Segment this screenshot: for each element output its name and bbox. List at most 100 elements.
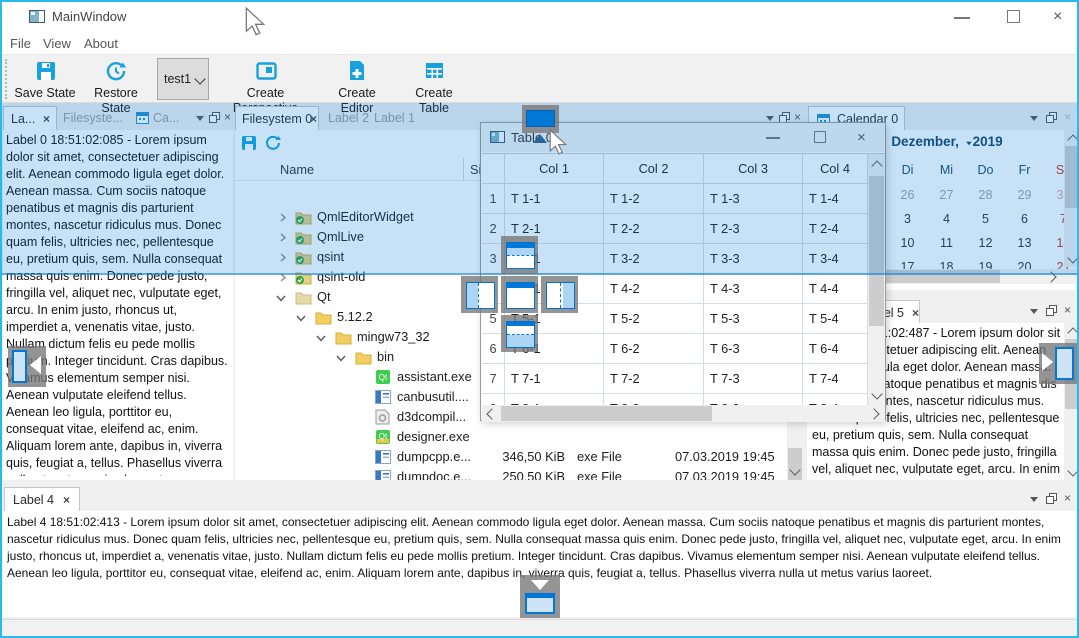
menu-about[interactable]: About xyxy=(80,35,122,53)
table-row-header[interactable]: 8 xyxy=(482,394,505,405)
file-date: 07.03.2019 19:45 xyxy=(675,467,775,480)
dll-file-icon xyxy=(375,409,390,425)
app-file-icon xyxy=(375,390,391,404)
label5-area-float-icon[interactable] xyxy=(1046,305,1057,316)
table-cell[interactable]: T 5-2 xyxy=(604,304,704,334)
create-table-label: Create Table xyxy=(399,86,469,101)
app-file-icon xyxy=(375,470,391,480)
table-hscrollbar[interactable] xyxy=(482,405,885,422)
table-icon xyxy=(425,62,444,79)
tree-item-label: 5.12.2 xyxy=(337,307,373,327)
edge-drop-indicator-right[interactable] xyxy=(1039,343,1079,384)
save-icon xyxy=(36,61,56,81)
label5-area-close-icon[interactable]: × xyxy=(1064,304,1071,316)
label4-area-float-icon[interactable] xyxy=(1046,493,1057,504)
folder-icon xyxy=(295,290,312,305)
menu-file[interactable]: File xyxy=(6,35,35,53)
combo-arrow-icon xyxy=(194,73,205,84)
qt-exe-icon: Qt xyxy=(375,369,391,385)
table-cell[interactable]: T 8-3 xyxy=(704,394,803,405)
drop-indicator-right[interactable] xyxy=(541,276,578,313)
file-date: 07.03.2019 19:45 xyxy=(675,447,775,467)
window-titlebar[interactable]: MainWindow × xyxy=(2,2,1077,32)
minimize-button[interactable] xyxy=(954,17,970,19)
svg-text:Qt: Qt xyxy=(379,373,388,382)
tab-label4-text: Label 4 xyxy=(13,488,54,512)
app-file-icon xyxy=(375,450,391,464)
table-cell[interactable]: T 6-3 xyxy=(704,334,803,364)
scroll-down-icon[interactable] xyxy=(871,388,882,399)
table-cell[interactable]: T 5-4 xyxy=(803,304,868,334)
perspective-combobox[interactable]: test1 xyxy=(157,58,209,100)
tab-label4-close-icon[interactable]: × xyxy=(57,493,70,507)
expander-expanded-icon[interactable] xyxy=(316,334,326,343)
table-cell[interactable]: T 7-2 xyxy=(604,364,704,394)
app-icon xyxy=(29,10,45,23)
file-type: exe File xyxy=(577,467,622,480)
status-bar xyxy=(2,619,1079,638)
file-size: 250,50 KiB xyxy=(482,467,565,480)
scroll-up-icon[interactable] xyxy=(1067,327,1078,338)
table-cell[interactable]: T 4-3 xyxy=(704,274,803,304)
create-perspective-button[interactable]: Create Perspective xyxy=(216,58,315,101)
tree-item[interactable]: dumpcpp.e... 346,50 KiB exe File 07.03.2… xyxy=(235,447,795,467)
tree-item-label: bin xyxy=(377,347,394,367)
scroll-left-icon[interactable] xyxy=(486,408,497,419)
table-cell[interactable]: T 5-3 xyxy=(704,304,803,334)
create-editor-button[interactable]: Create Editor xyxy=(322,58,392,101)
toolbar: Save State Restore State test1 Create Pe… xyxy=(2,56,1077,103)
folder-icon xyxy=(335,330,352,345)
table-hscroll-thumb[interactable] xyxy=(501,406,712,421)
tree-item[interactable]: Qt designer.exe xyxy=(235,427,795,447)
tab-label5-close-icon[interactable]: × xyxy=(906,306,919,320)
tree-item-label: d3dcompil... xyxy=(397,407,466,427)
drop-indicator-bottom[interactable] xyxy=(501,315,538,352)
tree-item[interactable]: dumpdoc.e... 250,50 KiB exe File 07.03.2… xyxy=(235,467,795,480)
scroll-down-icon[interactable] xyxy=(1067,465,1078,476)
drop-indicator-center[interactable] xyxy=(501,276,538,313)
table-cell[interactable]: T 8-4 xyxy=(803,394,868,405)
expander-expanded-icon[interactable] xyxy=(336,354,346,363)
table-cell[interactable]: T 4-4 xyxy=(803,274,868,304)
restore-state-button[interactable]: Restore State xyxy=(82,58,150,101)
scroll-right-icon[interactable] xyxy=(868,408,879,419)
create-table-button[interactable]: Create Table xyxy=(399,58,469,101)
save-state-label: Save State xyxy=(14,86,76,101)
create-perspective-label: Create Perspective xyxy=(216,86,315,101)
drop-indicator-left[interactable] xyxy=(461,276,498,313)
tree-item-label: mingw73_32 xyxy=(357,327,430,347)
tree-item-label: designer.exe xyxy=(397,427,470,447)
tree-item-label: dumpdoc.e... xyxy=(397,467,471,480)
create-editor-label: Create Editor xyxy=(322,86,392,101)
toolbar-handle[interactable] xyxy=(5,59,8,99)
drop-indicator-top[interactable] xyxy=(501,236,538,274)
close-button[interactable]: × xyxy=(1053,8,1062,26)
edge-drop-indicator-left[interactable] xyxy=(8,346,46,387)
tree-item-label: Qt xyxy=(317,287,331,307)
edge-drop-indicator-bottom[interactable] xyxy=(520,575,560,618)
qt-exe-icon: Qt xyxy=(375,429,391,445)
label4-area-close-icon[interactable]: × xyxy=(1064,492,1071,504)
folder-icon xyxy=(315,310,332,325)
window-title: MainWindow xyxy=(52,9,126,24)
table-row-header[interactable]: 7 xyxy=(482,364,505,394)
label4-area-menu-icon[interactable] xyxy=(1030,497,1038,502)
perspective-icon xyxy=(256,62,277,80)
tab-label4[interactable]: Label 4 × xyxy=(4,487,80,511)
table-cell[interactable]: T 7-3 xyxy=(704,364,803,394)
edge-indicator-up-arrow-icon xyxy=(533,134,547,143)
label5-area-menu-icon[interactable] xyxy=(1030,309,1038,314)
expander-expanded-icon[interactable] xyxy=(296,314,306,323)
table-cell[interactable]: T 8-1 xyxy=(505,394,604,405)
table-cell[interactable]: T 7-4 xyxy=(803,364,868,394)
table-cell[interactable]: T 8-2 xyxy=(604,394,704,405)
table-cell[interactable]: T 4-2 xyxy=(604,274,704,304)
save-state-button[interactable]: Save State xyxy=(14,58,76,101)
table-cell[interactable]: T 6-2 xyxy=(604,334,704,364)
expander-expanded-icon[interactable] xyxy=(276,294,286,303)
menu-view[interactable]: View xyxy=(39,35,75,53)
maximize-button[interactable] xyxy=(1007,10,1020,23)
menubar: File View About xyxy=(2,32,1077,55)
table-cell[interactable]: T 7-1 xyxy=(505,364,604,394)
table-cell[interactable]: T 6-4 xyxy=(803,334,868,364)
